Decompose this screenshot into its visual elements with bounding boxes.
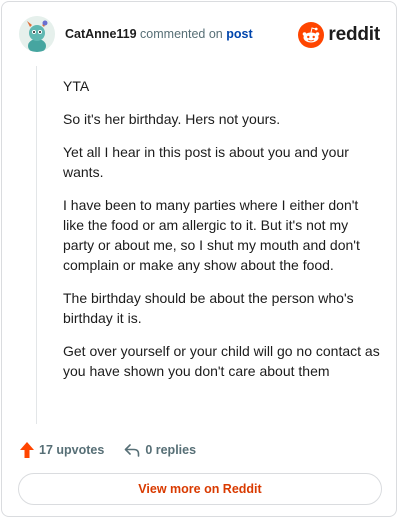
snoo-avatar-icon — [19, 16, 55, 52]
comment-header: CatAnne119 commented on post reddit — [19, 16, 380, 56]
replies-button[interactable]: 0 replies — [124, 443, 196, 457]
reddit-logo[interactable]: reddit — [298, 21, 380, 49]
comment-paragraph: I have been to many parties where I eith… — [63, 197, 360, 273]
reddit-snoo-icon — [298, 22, 325, 48]
reddit-wordmark: reddit — [328, 24, 380, 45]
comment-card: CatAnne119 commented on post reddit YTA … — [1, 1, 397, 517]
comment-footer: 17 upvotes 0 replies — [20, 439, 196, 461]
comment-paragraph: The birthday should be about the person … — [63, 290, 354, 326]
upvote-arrow-icon — [20, 442, 34, 458]
reply-arrow-icon — [125, 444, 140, 457]
reply-count: 0 replies — [145, 443, 197, 457]
username-link[interactable]: CatAnne119 — [65, 27, 137, 41]
upvote-button[interactable]: 17 upvotes — [20, 442, 104, 458]
post-link[interactable]: post — [226, 27, 252, 41]
action-text: commented on — [140, 27, 223, 41]
thread-line — [36, 66, 37, 424]
comment-paragraph: So it's her birthday. Hers not yours. — [63, 111, 281, 127]
view-more-label: View more on Reddit — [138, 482, 262, 496]
comment-body: YTA So it's her birthday. Hers not yours… — [63, 76, 381, 394]
comment-meta: CatAnne119 commented on post — [65, 27, 253, 41]
upvote-count: 17 upvotes — [39, 443, 105, 457]
avatar[interactable] — [19, 16, 55, 52]
comment-paragraph: Get over yourself or your child will go … — [63, 343, 380, 379]
view-more-button[interactable]: View more on Reddit — [18, 473, 382, 505]
comment-paragraph: YTA — [63, 78, 90, 94]
comment-paragraph: Yet all I hear in this post is about you… — [63, 144, 349, 180]
